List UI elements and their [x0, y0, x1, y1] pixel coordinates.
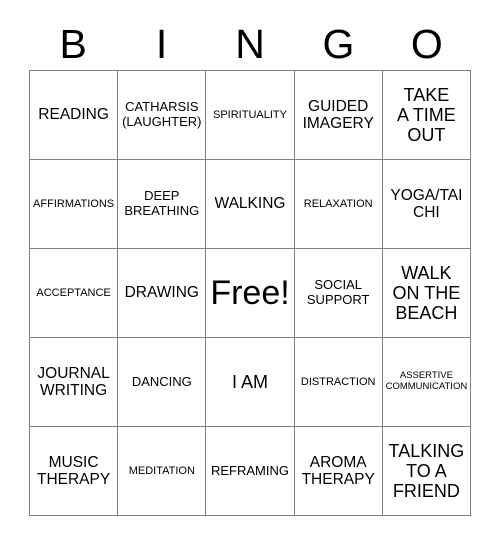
bingo-grid: READING CATHARSIS (LAUGHTER) SPIRITUALITY G… [29, 70, 471, 516]
bingo-card: B I N G O READING CATHARSIS (LAUGHTER) SPI… [0, 0, 500, 544]
bingo-cell-r2-c4[interactable]: RELAXATION [294, 160, 383, 249]
bingo-cell-label: TALKING TO A FRIEND [388, 440, 465, 502]
bingo-cell-r5-c5[interactable]: TALKING TO A FRIEND [382, 427, 471, 516]
bingo-cell-label: ACCEPTANCE [36, 286, 111, 299]
bingo-cell-r5-c2[interactable]: MEDITATION [118, 427, 207, 516]
bingo-cell-r2-c2[interactable]: DEEP BREATHING [118, 160, 207, 249]
bingo-cell-r4-c4[interactable]: DISTRACTION [294, 338, 383, 427]
bingo-cell-r1-c2[interactable]: CATHARSIS (LAUGHTER) [118, 71, 207, 160]
bingo-cell-r2-c1[interactable]: AFFIRMATIONS [30, 160, 119, 249]
bingo-cell-r4-c2[interactable]: DANCING [118, 338, 207, 427]
bingo-cell-label: DISTRACTION [300, 375, 376, 388]
bingo-cell-label: AROMA THERAPY [301, 453, 375, 488]
bingo-cell-r4-c3[interactable]: I AM [206, 338, 295, 427]
bingo-cell-label: REFRAMING [210, 462, 289, 478]
bingo-cell-r1-c3[interactable]: SPIRITUALITY [206, 71, 295, 160]
bingo-cell-label: READING [38, 106, 109, 124]
bingo-cell-label: WALKING [214, 195, 286, 213]
bingo-cell-r3-c2[interactable]: DRAWING [118, 249, 207, 338]
bingo-cell-r3-c5[interactable]: WALK ON THE BEACH [382, 249, 471, 338]
bingo-cell-label: Free! [210, 273, 290, 312]
bingo-cell-label: SPIRITUALITY [213, 108, 287, 121]
bingo-cell-label: DEEP BREATHING [124, 188, 200, 218]
bingo-cell-label: MEDITATION [128, 464, 195, 477]
bingo-cell-label: TAKE A TIME OUT [397, 84, 456, 146]
bingo-cell-r5-c1[interactable]: MUSIC THERAPY [30, 427, 119, 516]
bingo-cell-label: ASSERTIVE COMMUNICATION [385, 370, 468, 392]
bingo-cell-r3-c3[interactable]: Free! [206, 249, 295, 338]
bingo-cell-label: I AM [231, 371, 268, 392]
bingo-cell-label: YOGA/TAI CHI [390, 186, 463, 221]
bingo-cell-label: CATHARSIS (LAUGHTER) [122, 99, 202, 129]
bingo-cell-r1-c1[interactable]: READING [30, 71, 119, 160]
header-letter-i: I [155, 20, 168, 67]
bingo-cell-r5-c3[interactable]: REFRAMING [206, 427, 295, 516]
header-letter-b: B [59, 20, 87, 67]
bingo-cell-r2-c5[interactable]: YOGA/TAI CHI [382, 160, 471, 249]
bingo-cell-label: DRAWING [124, 284, 199, 302]
bingo-cell-r4-c5[interactable]: ASSERTIVE COMMUNICATION [382, 338, 471, 427]
bingo-cell-r1-c5[interactable]: TAKE A TIME OUT [382, 71, 471, 160]
bingo-cell-label: AFFIRMATIONS [33, 197, 115, 210]
bingo-cell-r1-c4[interactable]: GUIDED IMAGERY [294, 71, 383, 160]
header-letter-n: N [235, 20, 265, 67]
bingo-cell-r5-c4[interactable]: AROMA THERAPY [294, 427, 383, 516]
header-letter-g: G [322, 20, 355, 67]
bingo-cell-r4-c1[interactable]: JOURNAL WRITING [30, 338, 119, 427]
bingo-cell-label: JOURNAL WRITING [37, 364, 110, 399]
bingo-cell-r3-c1[interactable]: ACCEPTANCE [30, 249, 119, 338]
bingo-cell-label: WALK ON THE BEACH [392, 262, 461, 324]
header-letter-o: O [410, 20, 443, 67]
bingo-cell-label: RELAXATION [303, 197, 373, 210]
bingo-cell-label: MUSIC THERAPY [36, 453, 111, 488]
bingo-cell-label: GUIDED IMAGERY [302, 97, 374, 132]
bingo-cell-r2-c3[interactable]: WALKING [206, 160, 295, 249]
bingo-cell-label: SOCIAL SUPPORT [306, 277, 370, 307]
bingo-cell-r3-c4[interactable]: SOCIAL SUPPORT [294, 249, 383, 338]
bingo-cell-label: DANCING [131, 373, 192, 389]
bingo-header: B I N G O [29, 18, 471, 70]
